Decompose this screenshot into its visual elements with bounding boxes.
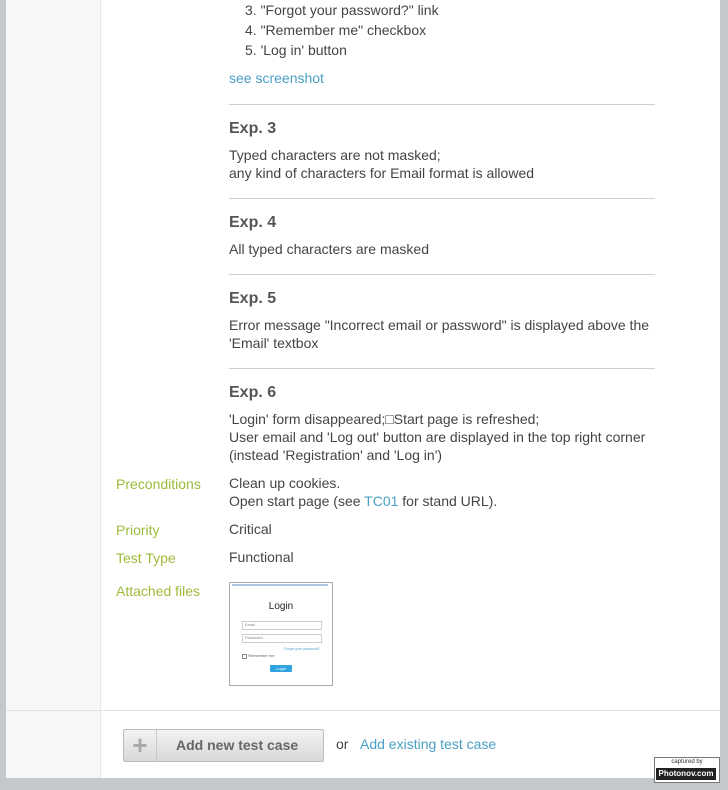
precondition-line: Open start page (see TC01 for stand URL)… (229, 492, 497, 510)
expectation-line: (instead 'Registration' and 'Log in') (229, 447, 443, 463)
thumbnail-forgot-link: Forgot your password? (284, 647, 320, 651)
expectation-line: Typed characters are not masked; (229, 147, 441, 163)
expectation-text: Typed characters are not masked; any kin… (229, 146, 534, 182)
step-item: 3. "Forgot your password?" link (245, 2, 439, 18)
add-new-test-case-button[interactable]: + Add new test case (123, 729, 324, 762)
precondition-text: Open start page (see (229, 493, 365, 509)
plus-icon: + (124, 730, 157, 761)
priority-value: Critical (229, 521, 272, 537)
thumbnail-email-placeholder: Email (245, 622, 256, 627)
thumbnail-checkbox (242, 654, 247, 659)
see-screenshot-link[interactable]: see screenshot (229, 70, 324, 86)
or-text: or (336, 736, 349, 752)
thumbnail-login-button: Login (270, 665, 292, 672)
watermark-top-text: captured by (671, 759, 703, 765)
precondition-text: for stand URL). (398, 493, 498, 509)
expectation-line: All typed characters are masked (229, 241, 429, 257)
expectation-title: Exp. 3 (229, 120, 277, 137)
watermark-bottom-text: Photonov.com (656, 768, 716, 780)
step-item: 5. 'Log in' button (245, 42, 347, 58)
test-type-value: Functional (229, 549, 294, 565)
attached-screenshot-thumbnail[interactable]: Login Email Password Forgot your passwor… (229, 582, 333, 686)
precondition-line: Clean up cookies. (229, 475, 341, 491)
expectation-line: 'Login' form disappeared;□Start page is … (229, 411, 540, 427)
thumbnail-password-placeholder: Password (245, 635, 263, 640)
attached-files-label: Attached files (116, 583, 201, 599)
add-new-test-case-label: Add new test case (176, 737, 299, 753)
expectation-line: 'Email' textbox (229, 335, 319, 351)
priority-label: Priority (116, 522, 160, 538)
expectation-line: Error message "Incorrect email or passwo… (229, 317, 650, 333)
watermark-badge: captured by Photonov.com (654, 757, 720, 783)
thumbnail-remember-label: Remember me (248, 653, 275, 658)
footer-divider (6, 710, 720, 711)
preconditions-value: Clean up cookies. Open start page (see T… (229, 474, 497, 510)
divider (229, 104, 655, 105)
step-item: 4. "Remember me" checkbox (245, 22, 427, 38)
expectation-text: Error message "Incorrect email or passwo… (229, 316, 649, 352)
divider (229, 274, 655, 275)
test-case-panel: 3. "Forgot your password?" link 4. "Reme… (6, 0, 720, 778)
thumbnail-header-bar (232, 584, 328, 586)
tc01-link[interactable]: TC01 (364, 493, 398, 509)
divider (229, 368, 655, 369)
left-gutter (6, 0, 101, 778)
expectation-title: Exp. 5 (229, 290, 277, 307)
expectation-text: 'Login' form disappeared;□Start page is … (229, 410, 645, 464)
divider (229, 198, 655, 199)
test-type-label: Test Type (116, 550, 176, 566)
preconditions-label: Preconditions (116, 476, 201, 492)
expectation-title: Exp. 4 (229, 214, 277, 231)
expectation-text: All typed characters are masked (229, 240, 429, 258)
add-existing-test-case-link[interactable]: Add existing test case (360, 736, 496, 752)
expectation-line: any kind of characters for Email format … (229, 165, 535, 181)
expectation-line: User email and 'Log out' button are disp… (229, 429, 646, 445)
thumbnail-title: Login (268, 601, 294, 612)
expectation-title: Exp. 6 (229, 384, 277, 401)
steps-list: 3. "Forgot your password?" link 4. "Reme… (245, 0, 439, 60)
